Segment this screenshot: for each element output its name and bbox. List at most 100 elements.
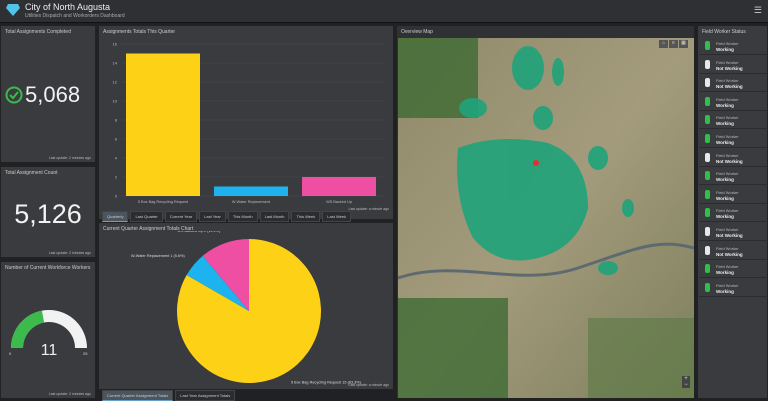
count-value: 5,126 bbox=[14, 199, 82, 229]
pie-chart: 5 Box Bag Recycling Request 15 (83.3%)W-… bbox=[131, 231, 362, 385]
tab-last-month[interactable]: Last Month bbox=[259, 211, 290, 222]
worker-status: Working bbox=[716, 195, 734, 201]
panel-title: Total Assignments Completed bbox=[5, 29, 71, 35]
worker-item[interactable]: Field Worker Working bbox=[699, 168, 768, 186]
worker-label: Field Worker bbox=[716, 264, 739, 270]
worker-item[interactable]: Field Worker Working bbox=[699, 261, 768, 279]
completed-value: 5,068 bbox=[25, 82, 81, 107]
y-tick-label: 8 bbox=[115, 118, 118, 123]
bar bbox=[126, 53, 200, 196]
last-update: Last update: 2 minutes ago bbox=[48, 156, 91, 160]
y-tick-label: 2 bbox=[115, 175, 118, 180]
last-update: Last update: a minute ago bbox=[348, 383, 389, 387]
last-update: Last update: 2 minutes ago bbox=[48, 251, 91, 255]
white-status-icon bbox=[705, 245, 710, 255]
white-status-icon bbox=[705, 152, 710, 162]
tab-this-month[interactable]: This Month bbox=[227, 211, 258, 222]
green-status-icon bbox=[705, 282, 710, 292]
map-tools: ⌂ ≡ ▦ bbox=[659, 40, 688, 48]
worker-item[interactable]: Field Worker Not Working bbox=[699, 150, 768, 167]
green-status-icon bbox=[705, 208, 710, 218]
worker-label: Field Worker bbox=[716, 171, 739, 177]
app-subtitle: Utilities Dispatch and Workorders Dashbo… bbox=[25, 13, 125, 19]
count-panel: Total Assignment Count 5,126 Last update… bbox=[0, 166, 96, 258]
pie-panel: Current Quarter Assignment Totals Chart … bbox=[98, 222, 394, 390]
worker-status: Working bbox=[716, 288, 734, 294]
white-status-icon bbox=[705, 59, 710, 69]
worker-item[interactable]: Field Worker Working bbox=[699, 187, 768, 204]
list-icon[interactable]: ≡ bbox=[669, 40, 678, 48]
tab-last-quarter[interactable]: Last Quarter bbox=[130, 211, 163, 222]
worker-status: Not Working bbox=[716, 251, 743, 257]
worker-label: Field Worker bbox=[716, 78, 739, 84]
worker-status: Working bbox=[716, 140, 734, 145]
white-status-icon bbox=[705, 227, 710, 236]
worker-label: Field Worker bbox=[716, 208, 739, 214]
tab-quarterly[interactable]: Quarterly bbox=[102, 211, 129, 222]
tab-this-week[interactable]: This Week bbox=[291, 211, 321, 222]
green-status-icon bbox=[705, 96, 710, 106]
panel-title: Field Worker Status bbox=[702, 29, 746, 35]
basemap-icon[interactable]: ▦ bbox=[679, 40, 688, 48]
pie-tabs: Current Quarter Assignment Totals Last Ye… bbox=[102, 390, 236, 401]
worker-status: Working bbox=[716, 102, 734, 108]
worker-item[interactable]: Field Worker Working bbox=[699, 38, 768, 55]
worker-item[interactable]: Field Worker Working bbox=[699, 112, 768, 130]
green-status-icon bbox=[705, 41, 710, 50]
home-icon[interactable]: ⌂ bbox=[659, 40, 668, 48]
worker-label: Field Worker bbox=[716, 96, 739, 102]
last-update: Last update: 2 minutes ago bbox=[48, 392, 91, 396]
diamond-logo-icon bbox=[6, 4, 20, 16]
y-tick-label: 6 bbox=[115, 137, 118, 142]
worker-status: Working bbox=[716, 47, 734, 52]
worker-status: Working bbox=[716, 214, 734, 220]
worker-item[interactable]: Field Worker Working bbox=[699, 131, 768, 148]
y-tick-label: 10 bbox=[113, 99, 118, 104]
header: City of North Augusta Utilities Dispatch… bbox=[0, 0, 768, 23]
workers-panel: Field Worker Status Field Worker Working F… bbox=[697, 25, 768, 399]
worker-item[interactable]: Field Worker Working bbox=[699, 280, 768, 297]
worker-label: Field Worker bbox=[716, 245, 739, 251]
tab-last-week[interactable]: Last Week bbox=[322, 211, 352, 222]
worker-item[interactable]: Field Worker Working bbox=[699, 94, 768, 111]
worker-label: Field Worker bbox=[716, 134, 739, 139]
panel-title: Assignments Totals This Quarter bbox=[103, 29, 176, 35]
worker-status: Not Working bbox=[716, 65, 743, 71]
green-status-icon bbox=[705, 115, 710, 125]
tab-current-year[interactable]: Current Year bbox=[164, 211, 198, 222]
pie-label: W-Water Replacement 1 (5.6%) bbox=[131, 254, 185, 258]
worker-status: Working bbox=[716, 270, 734, 276]
map-panel: Overview Map ⌂ ≡ ▦ + − bbox=[396, 25, 695, 399]
panel-title: Total Assignment Count bbox=[5, 170, 58, 176]
bar bbox=[302, 177, 376, 196]
panel-title: Number of Current Workforce Workers bbox=[5, 265, 91, 271]
worker-item[interactable]: Field Worker Not Working bbox=[699, 243, 768, 260]
worker-label: Field Worker bbox=[716, 282, 739, 288]
x-tick-label: W-Water Replacement bbox=[232, 200, 271, 204]
bar-panel: Assignments Totals This Quarter 0 2 4 6 8 10 1… bbox=[98, 25, 394, 220]
map-view[interactable] bbox=[398, 38, 694, 398]
worker-status: Working bbox=[716, 177, 734, 183]
completed-panel: Total Assignments Completed 5,068 Last u… bbox=[0, 25, 96, 163]
worker-label: Field Worker bbox=[716, 227, 739, 232]
tab-last-year-assignment-totals[interactable]: Last Year Assignment Totals bbox=[175, 390, 236, 401]
green-status-icon bbox=[705, 171, 710, 181]
panel-title: Overview Map bbox=[401, 29, 433, 35]
bar-chart: 0 2 4 6 8 10 12 14 16 5 Box Bag Recycling Request… bbox=[113, 42, 385, 204]
worker-item[interactable]: Field Worker Not Working bbox=[699, 57, 768, 74]
y-tick-label: 14 bbox=[113, 61, 118, 66]
worker-status: Not Working bbox=[716, 233, 743, 238]
zoom-out-button[interactable]: − bbox=[682, 382, 690, 388]
tab-last-year[interactable]: Last Year bbox=[199, 211, 226, 222]
worker-item[interactable]: Field Worker Not Working bbox=[699, 75, 768, 93]
check-circle-icon bbox=[5, 86, 23, 104]
tab-current-quarter-assignment-totals[interactable]: Current Quarter Assignment Totals bbox=[102, 390, 174, 401]
bar-tabs: Quarterly Last Quarter Current Year Last Ye… bbox=[102, 211, 352, 222]
worker-item[interactable]: Field Worker Working bbox=[699, 205, 768, 223]
worker-status: Not Working bbox=[716, 158, 743, 164]
x-tick-label: 5 Box Bag Recycling Request bbox=[138, 200, 189, 204]
worker-label: Field Worker bbox=[716, 115, 739, 121]
worker-item[interactable]: Field Worker Not Working bbox=[699, 224, 768, 241]
gauge-max: 25 bbox=[83, 351, 88, 356]
hamburger-icon[interactable]: ☰ bbox=[754, 5, 762, 16]
